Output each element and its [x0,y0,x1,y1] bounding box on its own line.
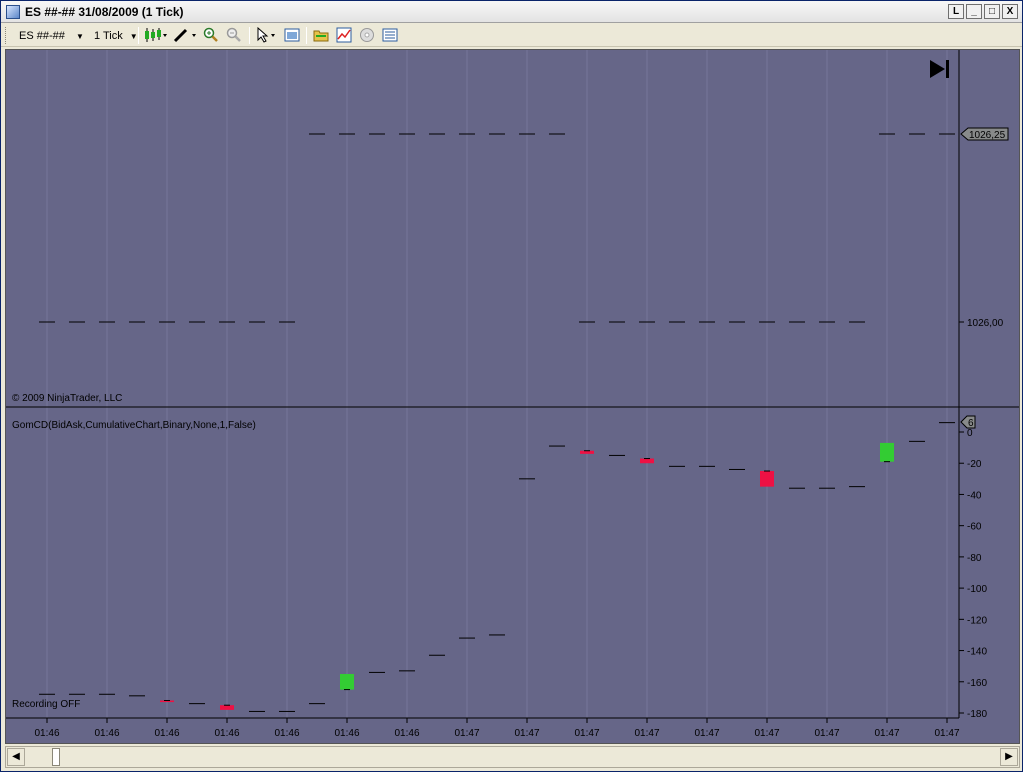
x-axis-tick-label: 01:46 [34,728,59,739]
y-axis-tick-label: -80 [967,553,982,564]
x-axis-tick-label: 01:47 [514,728,539,739]
chart-icon[interactable] [336,27,352,43]
y-axis-tick-label: -20 [967,459,982,470]
indicator-bar [220,705,234,710]
y-axis-tick-label: -180 [967,709,987,720]
chart-canvas[interactable]: 0 -20 -40 -60 -80 -100 -120 -140 -160 -180 01:46 01… [6,50,1020,744]
recording-status: Recording OFF [12,699,81,710]
y-axis-tick-label: -140 [967,647,987,658]
chevron-down-icon: ▼ [129,32,138,41]
title-bar[interactable]: ES ##-## 31/08/2009 (1 Tick) L _ □ X [1,1,1022,23]
indicator-bar [880,442,894,462]
cursor-icon[interactable] [255,27,279,43]
price-label-lower-tag: 1026,00 [959,318,1004,329]
x-axis-tick-label: 01:46 [394,728,419,739]
toolbar-separator [138,27,139,44]
x-axis-tick-label: 01:47 [754,728,779,739]
ninjatrader-app-icon [6,5,20,19]
window-title: ES ##-## 31/08/2009 (1 Tick) [25,5,184,19]
indicator-current-tag: 6 [960,415,976,429]
candlestick-icon[interactable] [144,27,168,43]
y-axis-tick-label: -160 [967,678,987,689]
zoom-out-icon[interactable] [226,27,242,43]
x-axis-tick-label: 01:47 [694,728,719,739]
y-axis-tick-label: -40 [967,490,982,501]
horizontal-scrollbar[interactable]: ◀ ▶ [5,746,1020,768]
indicator-bar [340,673,354,690]
price-label-upper: 1026,25 [969,130,1006,141]
scroll-right-button[interactable]: ▶ [1000,748,1018,766]
instrument-label: ES ##-## [19,30,65,42]
x-axis-tick-label: 01:46 [154,728,179,739]
x-axis-tick-label: 01:46 [274,728,299,739]
price-label-upper-tag: 1026,25 [960,127,1009,141]
indicator-current-value: 6 [968,418,974,429]
properties-icon[interactable] [284,27,300,43]
x-axis-tick-label: 01:46 [94,728,119,739]
x-axis-tick-label: 01:47 [574,728,599,739]
scroll-to-end-icon[interactable] [930,60,949,78]
maximize-button[interactable]: □ [984,4,1000,19]
toolbar-separator [306,27,307,44]
x-axis-tick-label: 01:47 [814,728,839,739]
data-box-icon[interactable] [382,27,398,43]
interval-selector[interactable]: 1 Tick ▼ [94,28,138,44]
y-axis-tick-label: 0 [967,428,973,439]
x-axis-tick-label: 01:46 [334,728,359,739]
zoom-in-icon[interactable] [203,27,219,43]
x-axis-tick-label: 01:46 [214,728,239,739]
link-button[interactable]: L [948,4,964,19]
scroll-left-button[interactable]: ◀ [7,748,25,766]
folder-icon[interactable] [313,27,329,43]
interval-label: 1 Tick [94,30,123,42]
toolbar-grip[interactable] [5,27,8,44]
arrow-left-icon: ◀ [12,751,20,762]
indicator-label[interactable]: GomCD(BidAsk,CumulativeChart,Binary,None… [12,420,256,431]
pencil-icon[interactable] [173,27,197,43]
chevron-down-icon: ▼ [75,32,84,41]
cd-icon[interactable] [359,27,375,43]
close-button[interactable]: X [1002,4,1018,19]
minimize-button[interactable]: _ [966,4,982,19]
y-axis-tick-label: -60 [967,522,982,533]
copyright-text: © 2009 NinjaTrader, LLC [12,393,123,404]
indicator-bar [760,471,774,487]
indicator-bar [640,458,654,464]
y-axis-tick-label: -100 [967,584,987,595]
chart-toolbar: ES ##-## ▼ 1 Tick ▼ [1,24,1022,47]
x-axis-tick-label: 01:47 [934,728,959,739]
instrument-selector[interactable]: ES ##-## ▼ [19,28,84,44]
y-axis-tick-label: -120 [967,615,987,626]
scrollbar-thumb[interactable] [52,748,60,766]
arrow-right-icon: ▶ [1005,751,1013,762]
toolbar-separator [249,27,250,44]
chart-area[interactable]: 0 -20 -40 -60 -80 -100 -120 -140 -160 -180 01:46 01… [5,49,1020,744]
x-axis-tick-label: 01:47 [634,728,659,739]
chart-window: ES ##-## 31/08/2009 (1 Tick) L _ □ X ES … [0,0,1023,772]
x-axis-tick-label: 01:47 [454,728,479,739]
x-axis-tick-label: 01:47 [874,728,899,739]
price-label-lower: 1026,00 [967,318,1004,329]
